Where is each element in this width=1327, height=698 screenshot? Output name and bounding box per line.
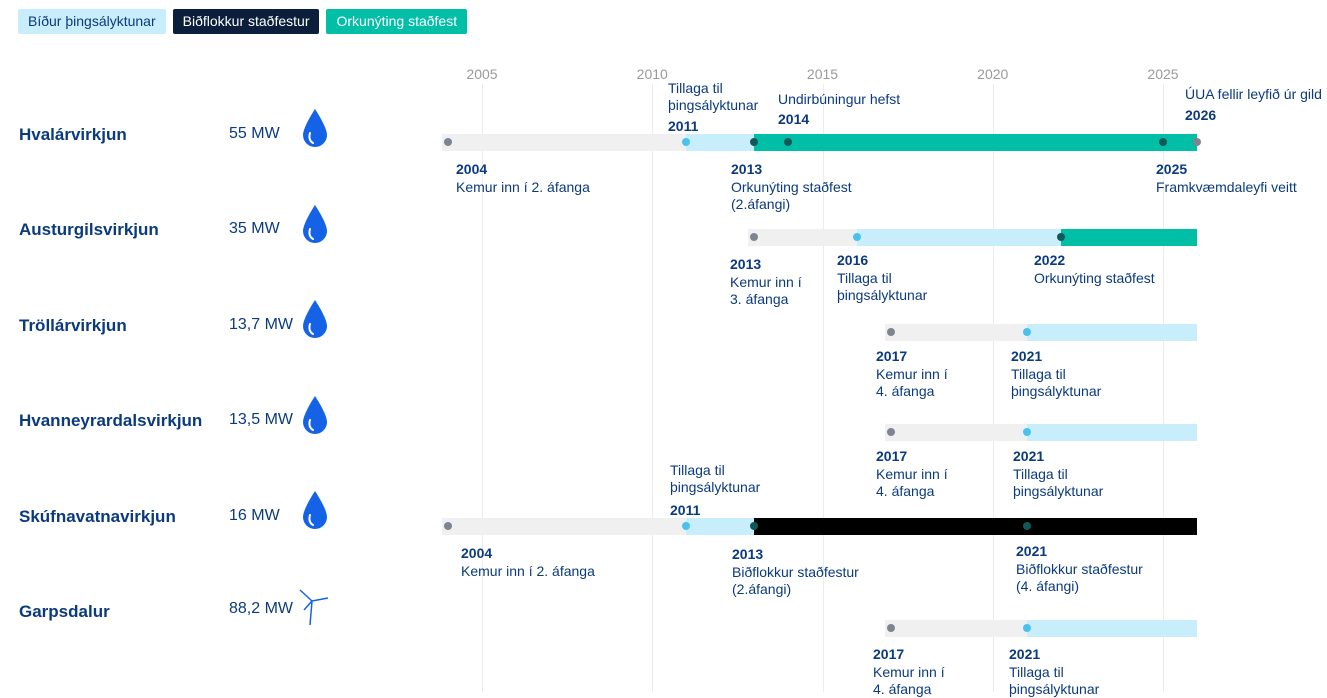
legend: Bíður þingsályktunar Biðflokkur staðfest… bbox=[18, 9, 468, 34]
project-name: Tröllárvirkjun bbox=[19, 316, 127, 335]
timeline-event-dot bbox=[886, 624, 895, 632]
event-description: ÚUA fellir leyfið úr gild bbox=[1185, 86, 1322, 102]
event-year: 2022 bbox=[1034, 252, 1066, 268]
event-description: Tillaga til þingsályktunar bbox=[668, 80, 759, 113]
legend-pending: Bíður þingsályktunar bbox=[18, 9, 166, 34]
timeline-event-dot bbox=[886, 328, 895, 336]
project-name: Skúfnavatnavirkjun bbox=[19, 507, 176, 526]
event-year: 2014 bbox=[778, 111, 810, 127]
timeline-segment-energy bbox=[1060, 229, 1198, 246]
project-name: Hvanneyrardalsvirkjun bbox=[19, 411, 203, 430]
timeline-segment-pending bbox=[1026, 620, 1198, 637]
event-description: Kemur inn í 2. áfanga bbox=[461, 563, 595, 579]
timeline-event-dot bbox=[1193, 138, 1202, 146]
gridline bbox=[992, 84, 994, 692]
event-description: Kemur inn í 4. áfanga bbox=[876, 466, 948, 499]
timeline-segment-pending bbox=[1026, 324, 1198, 341]
timeline-segment-pending bbox=[856, 229, 1061, 246]
timeline-segment-early bbox=[441, 134, 687, 151]
timeline-event-dot bbox=[1056, 233, 1065, 241]
event-description: Tillaga til þingsályktunar bbox=[1009, 664, 1100, 697]
event-year: 2021 bbox=[1011, 348, 1043, 364]
timeline-segment-early bbox=[884, 324, 1027, 341]
project-capacity: 35 MW bbox=[229, 220, 280, 237]
event-year: 2004 bbox=[461, 545, 493, 561]
timeline-segment-pending bbox=[1026, 424, 1198, 441]
timeline-segment-energy bbox=[754, 134, 1198, 151]
event-description: Biðflokkur staðfestur (2.áfangi) bbox=[732, 564, 859, 597]
event-year: 2013 bbox=[731, 161, 763, 177]
water-drop-icon bbox=[303, 300, 327, 338]
wind-turbine-icon bbox=[299, 589, 329, 626]
event-description: Tillaga til þingsályktunar bbox=[670, 462, 761, 495]
water-drop-icon bbox=[303, 491, 327, 529]
water-drop-icon bbox=[303, 396, 327, 434]
timeline-segment-early bbox=[884, 620, 1027, 637]
event-year: 2017 bbox=[876, 448, 908, 464]
timeline-segment-pending bbox=[686, 518, 755, 535]
timeline-event-dot bbox=[443, 522, 452, 530]
event-year: 2013 bbox=[732, 546, 764, 562]
event-description: Tillaga til þingsályktunar bbox=[1013, 466, 1104, 499]
project-capacity: 55 MW bbox=[229, 125, 280, 142]
timeline-event-dot bbox=[1022, 522, 1031, 530]
x-tick-label: 2020 bbox=[977, 66, 1009, 82]
timeline-event-dot bbox=[886, 428, 895, 436]
timeline-event-dot bbox=[1022, 624, 1031, 632]
legend-energy: Orkunýting staðfest bbox=[326, 9, 468, 34]
timeline-segment-early bbox=[748, 229, 857, 246]
event-description: Kemur inn í 3. áfanga bbox=[730, 274, 802, 307]
event-description: Kemur inn í 4. áfanga bbox=[873, 664, 945, 697]
event-description: Biðflokkur staðfestur (4. áfangi) bbox=[1016, 561, 1143, 594]
x-tick-label: 2005 bbox=[466, 66, 498, 82]
project-capacity: 13,7 MW bbox=[229, 316, 294, 333]
event-year: 2011 bbox=[668, 118, 699, 134]
x-tick-label: 2025 bbox=[1147, 66, 1179, 82]
timeline-event-dot bbox=[1022, 428, 1031, 436]
event-year: 2004 bbox=[456, 161, 488, 177]
event-description: Undirbúningur hefst bbox=[778, 91, 901, 107]
event-description: Orkunýting staðfest bbox=[1034, 270, 1155, 286]
event-description: Orkunýting staðfest (2.áfangi) bbox=[731, 179, 852, 212]
event-description: Tillaga til þingsályktunar bbox=[1011, 366, 1102, 399]
project-capacity: 16 MW bbox=[229, 507, 280, 524]
event-year: 2021 bbox=[1009, 646, 1041, 662]
project-name: Hvalárvirkjun bbox=[19, 125, 127, 144]
project-capacity: 13,5 MW bbox=[229, 411, 294, 428]
x-tick-label: 2015 bbox=[806, 66, 839, 82]
project-name: Austurgilsvirkjun bbox=[19, 220, 159, 239]
event-year: 2025 bbox=[1156, 161, 1188, 177]
timeline-event-dot bbox=[1022, 328, 1031, 336]
event-year: 2017 bbox=[876, 348, 908, 364]
water-drop-icon bbox=[303, 205, 327, 243]
event-year: 2026 bbox=[1185, 107, 1217, 123]
event-year: 2016 bbox=[837, 252, 869, 268]
legend-reserve: Biðflokkur staðfestur bbox=[172, 9, 320, 34]
timeline-segment-pending bbox=[686, 134, 755, 151]
event-year: 2017 bbox=[873, 646, 905, 662]
gridline bbox=[652, 84, 654, 692]
timeline-segment-early bbox=[884, 424, 1027, 441]
gridline bbox=[822, 84, 824, 692]
event-year: 2013 bbox=[730, 256, 762, 272]
water-drop-icon bbox=[303, 109, 327, 147]
timeline-event-dot bbox=[443, 138, 452, 146]
project-capacity: 88,2 MW bbox=[229, 600, 294, 617]
timeline-event-dot bbox=[1159, 138, 1167, 146]
timeline-event-dot bbox=[852, 233, 861, 241]
event-year: 2021 bbox=[1016, 543, 1048, 559]
event-description: Framkvæmdaleyfi veitt bbox=[1156, 179, 1297, 195]
event-description: Kemur inn í 4. áfanga bbox=[876, 366, 948, 399]
project-name: Garpsdalur bbox=[19, 602, 110, 621]
timeline-segment-early bbox=[441, 518, 687, 535]
event-description: Kemur inn í 2. áfanga bbox=[456, 179, 590, 195]
event-year: 2011 bbox=[670, 502, 701, 518]
timeline-segment-reserve bbox=[754, 518, 1198, 535]
event-year: 2021 bbox=[1013, 448, 1045, 464]
event-description: Tillaga til þingsályktunar bbox=[837, 270, 928, 303]
x-tick-label: 2010 bbox=[636, 66, 668, 82]
